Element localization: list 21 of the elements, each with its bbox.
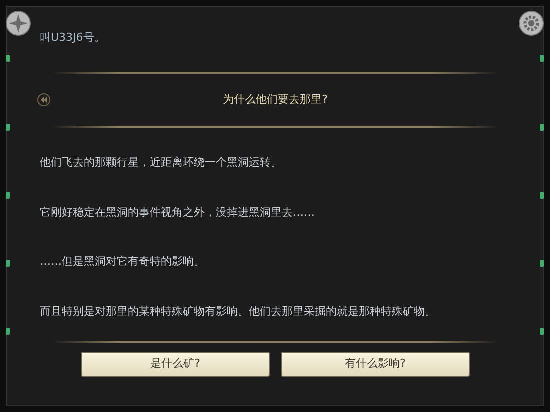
indicator-light: [6, 192, 10, 199]
indicator-light: [540, 328, 544, 335]
indicator-light: [6, 260, 10, 267]
indicator-light: [6, 124, 10, 131]
indicator-light: [6, 55, 10, 62]
dialog-title: 为什么他们要去那里?: [222, 92, 329, 108]
indicator-light: [540, 124, 544, 131]
indicator-light: [540, 260, 544, 267]
dialog-paragraph: 它刚好稳定在黑洞的事件视角之外，没掉进黑洞里去……: [40, 204, 315, 220]
indicator-light: [540, 55, 544, 62]
previous-dialog-text: 叫U33J6号。: [40, 30, 106, 46]
choice-button[interactable]: 是什么矿?: [81, 352, 270, 377]
dialog-paragraph: ……但是黑洞对它有奇特的影响。: [40, 254, 205, 270]
dialog-paragraph: 而且特别是对那里的某种特殊矿物有影响。他们去那里采掘的就是那种特殊矿物。: [40, 304, 436, 320]
settings-icon[interactable]: [519, 11, 544, 36]
choice-button[interactable]: 有什么影响?: [281, 352, 470, 377]
compass-icon[interactable]: [6, 11, 31, 36]
indicator-light: [6, 328, 10, 335]
indicator-light: [540, 192, 544, 199]
dialog-paragraph: 他们飞去的那颗行星，近距离环绕一个黑洞运转。: [40, 155, 282, 171]
rewind-icon[interactable]: [37, 93, 51, 107]
